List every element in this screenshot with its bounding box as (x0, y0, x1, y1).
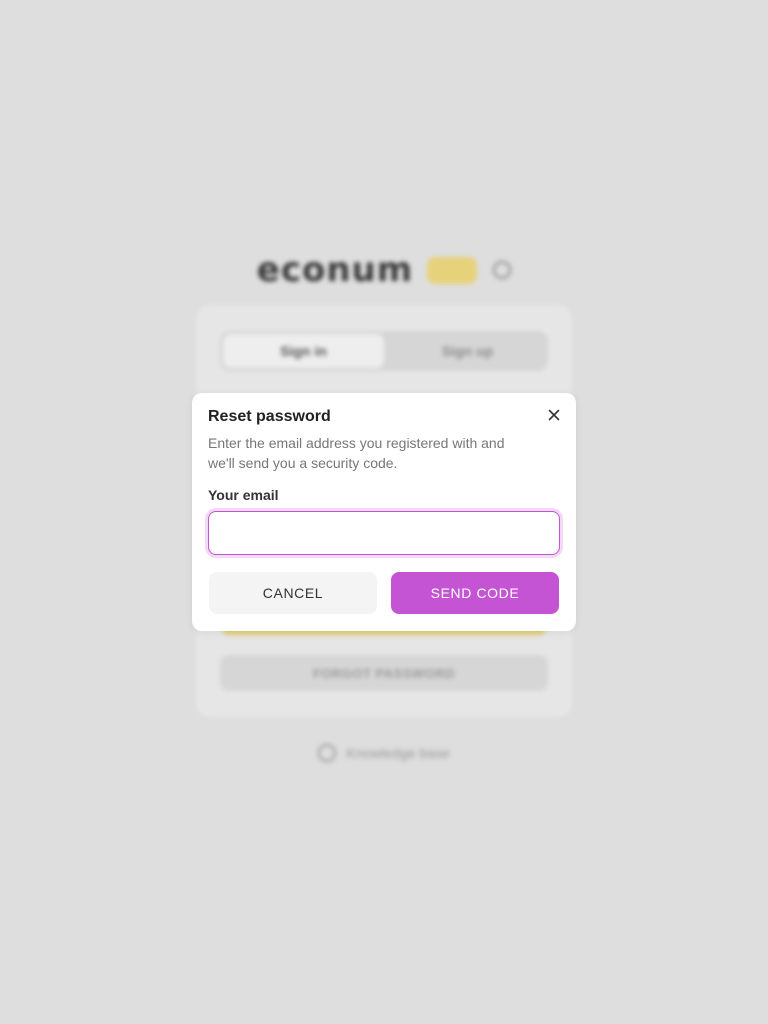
reset-password-dialog: Reset password Enter the email address y… (192, 393, 576, 631)
close-icon (548, 409, 560, 421)
logo-wordmark: econum (256, 250, 414, 290)
email-input[interactable] (208, 511, 560, 555)
close-button[interactable] (544, 405, 564, 425)
globe-icon (493, 261, 512, 279)
tab-sign-in: Sign in (223, 334, 384, 368)
auth-tabs: Sign in Sign up (220, 331, 548, 371)
knowledge-base-icon (318, 744, 337, 762)
logo-row: econum ​ (0, 250, 768, 290)
send-code-button[interactable]: SEND CODE (391, 572, 559, 614)
tab-sign-up: Sign up (441, 343, 494, 359)
cancel-button[interactable]: CANCEL (209, 572, 377, 614)
footer-link: Knowledge base (0, 744, 768, 762)
forgot-password-button: FORGOT PASSWORD (220, 655, 548, 691)
logo-badge: ​ (427, 256, 478, 284)
footer-link-label: Knowledge base (346, 745, 450, 761)
dialog-description: Enter the email address you registered w… (208, 435, 505, 471)
page: econum ​ Sign in Sign up FORGOT PASSWORD… (0, 0, 768, 1024)
email-label: Your email (208, 487, 279, 503)
dialog-title: Reset password (208, 408, 331, 425)
